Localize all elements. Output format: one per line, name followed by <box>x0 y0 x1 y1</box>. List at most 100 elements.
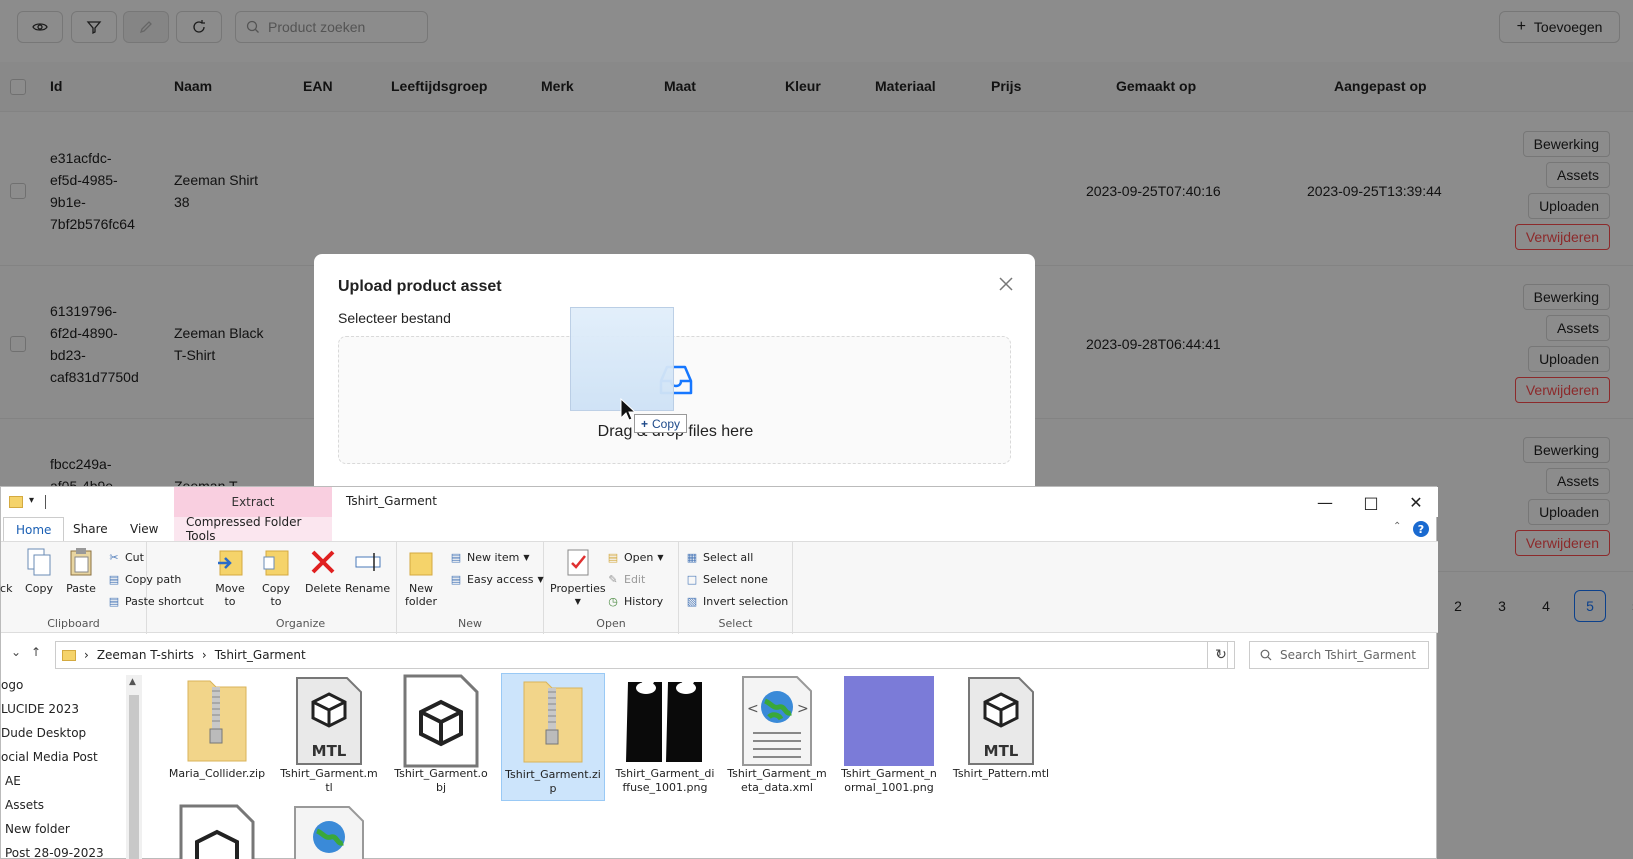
organize-group: Move to Copy to Delete Rename Organize <box>205 542 397 634</box>
quick-access-dropdown-icon[interactable]: ▾ <box>29 495 34 506</box>
copy-button[interactable]: Copy <box>23 546 55 595</box>
file-item[interactable]: Maria_Collider.zip <box>165 673 269 801</box>
close-icon[interactable] <box>996 274 1016 294</box>
rename-icon <box>352 546 384 578</box>
breadcrumb-tshirt-garment[interactable]: Tshirt_Garment <box>215 648 306 662</box>
delete-file-button[interactable]: Delete <box>305 546 341 595</box>
tab-view[interactable]: View <box>118 517 170 541</box>
svg-text:MTL: MTL <box>312 742 347 760</box>
nav-item[interactable]: LUCIDE 2023 <box>1 702 79 716</box>
new-folder-icon <box>405 546 437 578</box>
breadcrumb-zeeman-tshirts[interactable]: Zeeman T-shirts <box>97 648 194 662</box>
invert-selection-button[interactable]: ▧ Invert selection <box>685 594 788 608</box>
svg-text:MTL: MTL <box>984 742 1019 760</box>
folder-icon <box>9 496 23 508</box>
properties-button[interactable]: Properties ▼ <box>550 546 606 608</box>
nav-item[interactable]: ogo <box>1 678 23 692</box>
rename-label: Rename <box>345 582 391 595</box>
file-name: Tshirt_Garment.obj <box>394 767 488 794</box>
explorer-titlebar[interactable]: ▾ Extract Tshirt_Garment — □ ✕ <box>1 487 1438 517</box>
file-item[interactable]: Tshirt_Garment_normal_1001.png <box>837 673 941 801</box>
nav-item[interactable]: Dude Desktop <box>1 726 86 740</box>
nav-item[interactable]: New folder <box>5 822 70 836</box>
select-all-icon: ▦ <box>686 550 698 564</box>
context-tab-extract[interactable]: Extract <box>174 487 332 517</box>
new-item-button[interactable]: ▤ New item ▼ <box>449 550 530 564</box>
copy-path-button[interactable]: ▤ Copy path <box>107 572 182 586</box>
nav-item[interactable]: Assets <box>5 798 44 812</box>
zip-folder-icon <box>169 675 265 767</box>
open-group: Properties ▼ ▤ Open ▼ ✎ Edit ◷ History Open <box>544 542 679 634</box>
up-arrow-icon[interactable]: ↑ <box>31 645 41 659</box>
address-bar[interactable]: › Zeeman T-shirts › Tshirt_Garment ⌄ <box>55 641 1228 669</box>
cut-button[interactable]: ✂ Cut <box>107 550 144 564</box>
file-name: Tshirt_Garment_meta_data.xml <box>727 767 827 794</box>
paste-shortcut-label: Paste shortcut <box>125 594 204 608</box>
upload-modal: Upload product asset Selecteer bestand D… <box>314 254 1035 494</box>
new-group: New folder ▤ New item ▼ ▤ Easy access ▼ New <box>397 542 544 634</box>
file-item[interactable]: Tshirt_Garment_diffuse_1001.png <box>613 673 717 801</box>
new-folder-button[interactable]: New folder <box>403 546 439 608</box>
copy-to-icon <box>260 546 292 578</box>
nav-item[interactable]: AE <box>5 774 21 788</box>
scissors-icon: ✂ <box>109 550 119 564</box>
file-item[interactable]: Tshirt_Garment.obj <box>389 673 493 801</box>
tab-share[interactable]: Share <box>61 517 120 541</box>
plus-icon: + <box>641 416 649 431</box>
obj-file-icon <box>393 674 489 768</box>
new-folder-label: New folder <box>405 582 437 608</box>
close-window-icon[interactable]: ✕ <box>1393 487 1439 517</box>
tab-home[interactable]: Home <box>3 517 65 541</box>
nav-item[interactable]: Post 28-09-2023 <box>5 846 104 859</box>
copy-to-button[interactable]: Copy to <box>259 546 293 608</box>
window-title: Tshirt_Garment <box>346 494 437 508</box>
file-item[interactable]: < > Tshirt_Garment_meta_data.xml <box>725 673 829 801</box>
properties-icon <box>562 546 594 578</box>
nav-scrollbar[interactable]: ▲ <box>126 675 142 859</box>
file-item[interactable]: MTL Tshirt_Pattern.mtl <box>949 673 1053 801</box>
minimize-icon[interactable]: — <box>1302 487 1348 517</box>
copy-path-icon: ▤ <box>108 572 120 586</box>
history-button[interactable]: ◷ History <box>606 594 663 608</box>
folder-search-input[interactable]: Search Tshirt_Garment <box>1249 641 1429 669</box>
edit-label: Edit <box>624 572 646 586</box>
file-item[interactable] <box>277 803 381 859</box>
tab-compressed-folder-tools[interactable]: Compressed Folder Tools <box>174 515 332 543</box>
paste-shortcut-button[interactable]: ▤ Paste shortcut <box>107 594 204 608</box>
collapse-ribbon-icon[interactable]: ⌃ <box>1393 521 1401 532</box>
zip-folder-icon <box>505 676 601 768</box>
file-dropzone[interactable]: Drag & drop files here <box>338 336 1011 464</box>
pin-quick-access-button[interactable]: ick <box>0 546 12 595</box>
move-to-icon <box>214 546 246 578</box>
properties-label: Properties <box>550 582 606 595</box>
edit-file-button[interactable]: ✎ Edit <box>606 572 645 586</box>
open-button[interactable]: ▤ Open ▼ <box>606 550 664 564</box>
maximize-icon[interactable]: □ <box>1348 487 1394 517</box>
rename-button[interactable]: Rename <box>345 546 390 595</box>
easy-access-button[interactable]: ▤ Easy access ▼ <box>449 572 544 586</box>
scroll-up-icon[interactable]: ▲ <box>129 677 136 687</box>
nav-item[interactable]: ocial Media Post <box>1 750 98 764</box>
mtl-file-icon: MTL <box>953 675 1049 767</box>
recent-locations-icon[interactable]: ⌄ <box>11 645 21 659</box>
refresh-icon[interactable]: ↻ <box>1207 641 1235 669</box>
select-none-button[interactable]: □ Select none <box>685 572 768 586</box>
file-name: Tshirt_Pattern.mtl <box>952 767 1050 780</box>
scrollbar-thumb[interactable] <box>129 695 139 859</box>
paste-button[interactable]: Paste <box>65 546 97 595</box>
easy-access-label: Easy access <box>467 572 534 586</box>
clipboard-group: ick Copy Paste ✂ Cut ▤ Copy path ▤ Paste sh… <box>0 542 204 634</box>
new-group-label: New <box>458 617 482 630</box>
delete-label: Delete <box>305 582 342 595</box>
file-item[interactable] <box>165 803 269 859</box>
move-to-button[interactable]: Move to <box>213 546 247 608</box>
delete-x-icon <box>307 546 339 578</box>
file-item-selected[interactable]: Tshirt_Garment.zip <box>501 673 605 801</box>
svg-text:>: > <box>797 701 809 717</box>
select-all-button[interactable]: ▦ Select all <box>685 550 754 564</box>
invert-selection-label: Invert selection <box>703 594 789 608</box>
file-item[interactable]: MTL Tshirt_Garment.mtl <box>277 673 381 801</box>
help-icon[interactable]: ? <box>1413 521 1429 537</box>
invert-selection-icon: ▧ <box>686 594 698 608</box>
dropdown-icon: ▼ <box>523 552 530 562</box>
